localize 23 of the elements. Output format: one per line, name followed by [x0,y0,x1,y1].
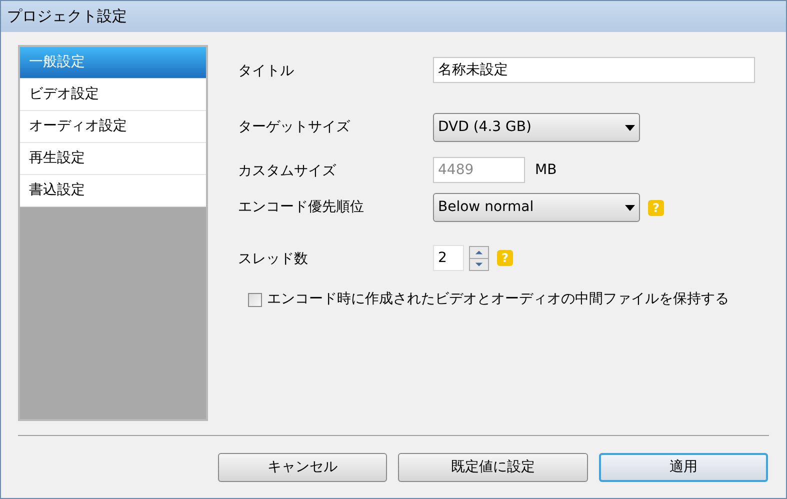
dialog-button[interactable]: 既定値に設定 [398,452,588,482]
thread-count-field[interactable]: 2 [433,245,464,271]
unit-label: MB [535,160,557,180]
field-label: タイトル [238,62,295,81]
dropdown[interactable]: Below normal [433,193,640,222]
sidebar-item[interactable]: ビデオ設定 [20,79,206,111]
sidebar-item[interactable]: オーディオ設定 [20,111,206,143]
dialog-button[interactable]: キャンセル [218,452,387,482]
field-label: スレッド数 [238,250,309,269]
field-label: エンコード優先順位 [238,198,365,217]
title-field[interactable]: 名称未設定 [433,57,755,83]
dropdown-arrow-icon [625,204,635,210]
checkbox-label: エンコード時に作成されたビデオとオーディオの中間ファイルを保持する [267,290,729,309]
sidebar-item[interactable]: 書込設定 [20,175,206,207]
field-label: ターゲットサイズ [238,118,351,137]
window-title: プロジェクト設定 [7,6,127,28]
sidebar-item[interactable]: 再生設定 [20,143,206,175]
dialog-button[interactable]: 適用 [599,452,768,482]
spinner-buttons[interactable] [469,246,489,270]
checkbox[interactable] [248,292,262,306]
field-label: カスタムサイズ [238,162,337,181]
dropdown-arrow-icon [625,124,635,130]
dropdown[interactable]: DVD (4.3 GB) [433,113,640,142]
